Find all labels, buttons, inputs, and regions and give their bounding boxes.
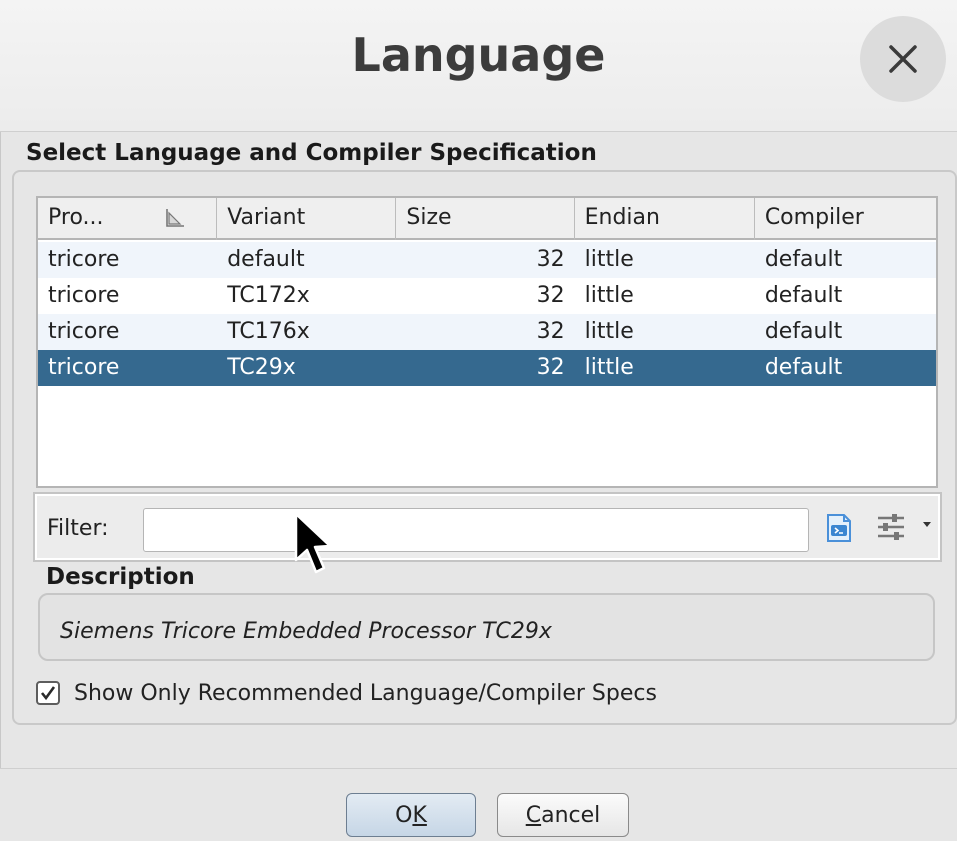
- description-text: Siemens Tricore Embedded Processor TC29x: [38, 593, 935, 661]
- cell-endian: little: [584, 319, 634, 344]
- table-row-selected[interactable]: tricore TC29x 32 little default: [38, 350, 936, 386]
- cell-endian: little: [584, 247, 634, 272]
- recommended-specs-label: Show Only Recommended Language/Compiler …: [74, 680, 657, 706]
- cell-compiler: default: [764, 283, 843, 308]
- column-header-endian[interactable]: Endian: [575, 198, 755, 240]
- cell-compiler: default: [764, 247, 843, 272]
- table-row[interactable]: tricore default 32 little default: [38, 242, 936, 278]
- cell-size: 32: [536, 319, 565, 344]
- table-header: Pro... Variant Size Endian Compiler: [38, 198, 936, 240]
- cell-processor: tricore: [48, 319, 120, 344]
- ok-label-pre: O: [395, 802, 413, 828]
- mouse-cursor-icon: [294, 512, 332, 574]
- table-row[interactable]: tricore TC172x 32 little default: [38, 278, 936, 314]
- filter-options-icon[interactable]: [823, 512, 855, 544]
- sort-icon: [166, 209, 184, 227]
- button-bar: [0, 768, 957, 841]
- dropdown-arrow-icon[interactable]: [921, 518, 933, 530]
- section-title: Select Language and Compiler Specificati…: [26, 140, 597, 166]
- checkmark-icon: [40, 686, 56, 701]
- cancel-label-mnemonic: C: [525, 802, 542, 828]
- cell-size: 32: [536, 355, 565, 380]
- filter-input[interactable]: [143, 508, 809, 552]
- filter-bar: Filter:: [33, 492, 942, 562]
- filter-label: Filter:: [47, 516, 109, 541]
- dialog-title: Language: [351, 28, 606, 82]
- table-row[interactable]: tricore TC176x 32 little default: [38, 314, 936, 350]
- title-bar: Language: [0, 0, 957, 132]
- cancel-label-post: ancel: [541, 802, 601, 828]
- cell-variant: TC176x: [227, 319, 310, 344]
- column-header-processor[interactable]: Pro...: [38, 198, 218, 240]
- filter-bar-inner: Filter:: [37, 496, 938, 558]
- cell-size: 32: [536, 283, 565, 308]
- column-header-compiler[interactable]: Compiler: [755, 198, 936, 240]
- close-button[interactable]: [860, 16, 946, 102]
- column-header-variant[interactable]: Variant: [217, 198, 397, 240]
- language-table[interactable]: Pro... Variant Size Endian Compiler tric…: [36, 196, 938, 488]
- settings-sliders-icon[interactable]: [875, 510, 907, 544]
- ok-button[interactable]: OK: [346, 793, 476, 837]
- column-header-size[interactable]: Size: [396, 198, 575, 240]
- cell-endian: little: [584, 283, 634, 308]
- cell-compiler: default: [764, 319, 843, 344]
- cell-size: 32: [536, 247, 565, 272]
- cell-processor: tricore: [48, 283, 120, 308]
- ok-label-mnemonic: K: [412, 802, 427, 828]
- close-icon: [889, 45, 917, 73]
- cell-variant: TC29x: [227, 355, 296, 380]
- cell-processor: tricore: [48, 355, 120, 380]
- column-label: Pro...: [48, 205, 104, 230]
- recommended-specs-checkbox[interactable]: [36, 681, 60, 705]
- cell-processor: tricore: [48, 247, 120, 272]
- cell-endian: little: [584, 355, 634, 380]
- cell-variant: default: [227, 247, 305, 272]
- description-label: Description: [46, 564, 195, 590]
- cell-compiler: default: [764, 355, 843, 380]
- recommended-specs-checkbox-row[interactable]: Show Only Recommended Language/Compiler …: [36, 678, 657, 708]
- cell-variant: TC172x: [227, 283, 310, 308]
- cancel-button[interactable]: Cancel: [497, 793, 629, 837]
